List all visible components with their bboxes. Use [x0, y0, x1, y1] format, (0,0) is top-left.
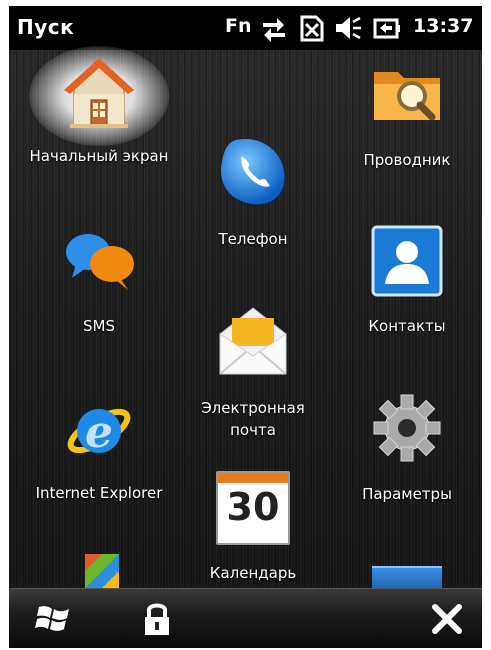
- svg-text:e: e: [85, 407, 113, 458]
- status-bar: Пуск Fn 13:37: [9, 6, 482, 50]
- speaker-muted-icon[interactable]: [333, 13, 363, 43]
- tile-home-screen[interactable]: Начальный экран: [19, 56, 179, 171]
- battery-charging-icon[interactable]: [372, 13, 402, 43]
- tile-label: Начальный экран: [29, 147, 169, 165]
- sms-bubbles-icon: [66, 234, 134, 290]
- partial-tile-icon[interactable]: [85, 554, 119, 588]
- windows-start-icon[interactable]: [31, 597, 77, 641]
- lock-icon[interactable]: [134, 597, 180, 641]
- calendar-icon: 30: [216, 471, 290, 545]
- mail-envelope-icon: [219, 307, 287, 375]
- home-icon: [64, 58, 134, 128]
- tile-explorer[interactable]: Проводник: [327, 58, 482, 173]
- gear-icon: [373, 394, 441, 462]
- clock[interactable]: 13:37: [413, 15, 473, 37]
- tile-label: Internet Explorer: [35, 484, 163, 502]
- fn-indicator: Fn: [225, 15, 252, 37]
- tile-label: Календарь: [209, 564, 297, 582]
- internet-explorer-icon: e: [67, 407, 131, 458]
- tile-phone[interactable]: Телефон: [173, 134, 333, 249]
- tile-label: Проводник: [363, 151, 451, 169]
- start-screen: Пуск Fn 13:37 Начальный экран Телефон Пр…: [9, 6, 482, 648]
- close-icon[interactable]: [424, 597, 470, 641]
- tile-email[interactable]: Электронная почта: [173, 304, 333, 439]
- tile-label: Электронная: [201, 399, 305, 417]
- tile-contacts[interactable]: Контакты: [327, 224, 482, 339]
- status-title[interactable]: Пуск: [17, 15, 74, 39]
- partial-tile-icon[interactable]: [372, 566, 442, 590]
- tile-sms[interactable]: SMS: [19, 224, 179, 339]
- tile-label: Параметры: [362, 485, 452, 503]
- tile-label: Контакты: [368, 317, 446, 335]
- tile-label-line2: почта: [230, 421, 276, 439]
- phone-icon: [221, 139, 285, 205]
- tile-internet-explorer[interactable]: e Internet Explorer: [19, 391, 179, 506]
- data-connection-icon[interactable]: [259, 13, 289, 43]
- tile-settings[interactable]: Параметры: [327, 391, 482, 506]
- explorer-folder-icon: [374, 72, 440, 121]
- no-sim-icon[interactable]: [296, 13, 326, 43]
- tile-label: SMS: [83, 317, 115, 335]
- calendar-day-number: 30: [226, 485, 280, 529]
- tile-label: Телефон: [218, 230, 288, 248]
- tile-calendar[interactable]: 30 Календарь: [173, 471, 333, 586]
- bottom-bar: [9, 588, 482, 648]
- contacts-icon: [371, 225, 443, 297]
